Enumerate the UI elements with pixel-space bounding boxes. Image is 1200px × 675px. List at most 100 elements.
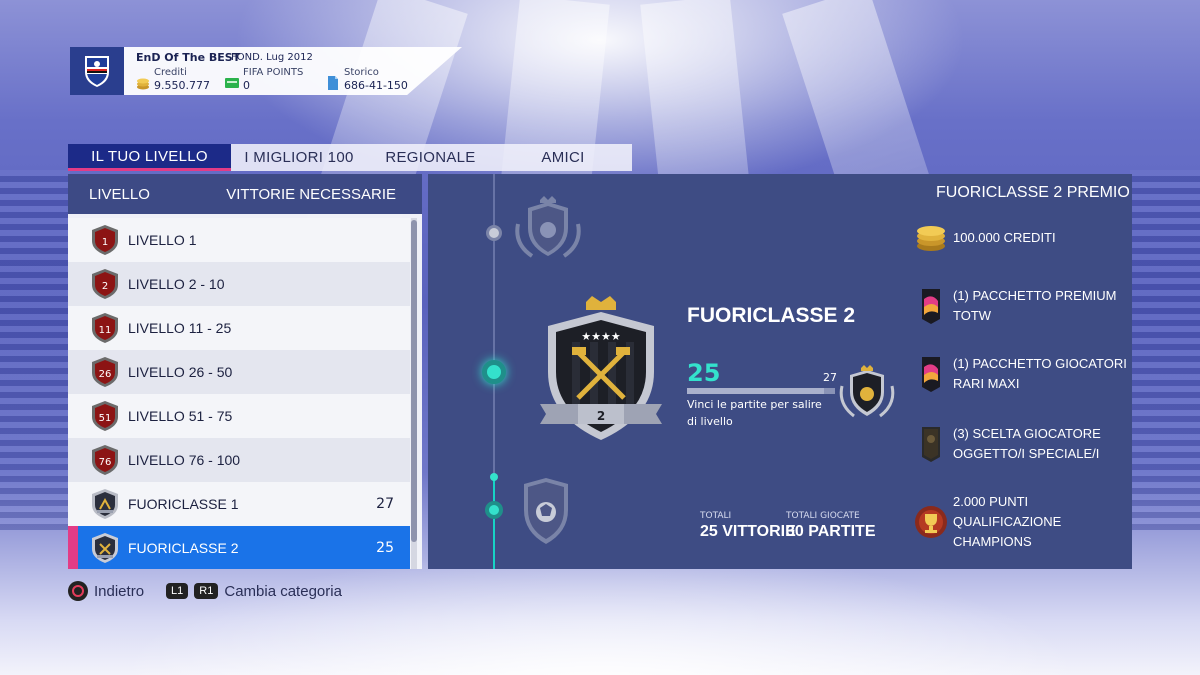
level-row-selected[interactable]: FUORICLASSE 2 25 bbox=[68, 526, 410, 569]
level-name: FUORICLASSE 2 bbox=[128, 540, 239, 556]
level-row[interactable]: 2 LIVELLO 2 - 10 bbox=[68, 262, 410, 306]
reward-label: (3) SCELTA GIOCATORE OGGETTO/I SPECIALE/… bbox=[953, 426, 1101, 461]
club-name: EnD Of The BEST bbox=[136, 51, 241, 64]
svg-text:2: 2 bbox=[597, 409, 605, 423]
total-wins-label: TOTALI bbox=[700, 511, 732, 521]
level-row[interactable]: 11 LIVELLO 11 - 25 bbox=[68, 306, 410, 350]
level-name: LIVELLO 76 - 100 bbox=[128, 452, 241, 468]
level-column-header: LIVELLO bbox=[89, 185, 150, 203]
level-detail-panel: ★★★★ 2 FUORICLASSE 2 25 27 Vinci le part… bbox=[428, 174, 1132, 569]
total-wins-value: 25 VITTORIE bbox=[700, 523, 796, 540]
reward-item: (1) PACCHETTO PREMIUM TOTW bbox=[914, 286, 1129, 326]
fifa-points-label: FIFA POINTS bbox=[243, 67, 304, 78]
reward-label: 2.000 PUNTI QUALIFICAZIONE CHAMPIONS bbox=[953, 494, 1062, 549]
next-level-shield-icon bbox=[839, 365, 895, 418]
prize-title: FUORICLASSE 2 PREMIO bbox=[936, 184, 1130, 201]
elite-shield-icon bbox=[88, 487, 122, 521]
credits-stat: Crediti 9.550.777 bbox=[136, 67, 210, 92]
reward-item: (1) PACCHETTO GIOCATORI RARI MAXI bbox=[914, 354, 1129, 394]
club-founded: FOND. Lug 2012 bbox=[231, 52, 313, 63]
timeline-node bbox=[485, 501, 503, 519]
level-badge-icon: 11 bbox=[88, 311, 122, 345]
wins-column-header: VITTORIE NECESSARIE bbox=[226, 185, 396, 203]
selection-marker bbox=[68, 526, 78, 569]
level-row[interactable]: 26 LIVELLO 26 - 50 bbox=[68, 350, 410, 394]
progress-hint: Vinci le partite per salire di livello bbox=[687, 398, 822, 428]
fifa-points-stat: FIFA POINTS 0 bbox=[225, 67, 303, 92]
tab-il-tuo-livello[interactable]: IL TUO LIVELLO bbox=[68, 144, 231, 171]
level-name: LIVELLO 26 - 50 bbox=[128, 364, 233, 380]
stadium-crowd bbox=[1130, 170, 1200, 530]
svg-text:76: 76 bbox=[99, 457, 112, 468]
level-wins: 25 bbox=[376, 540, 394, 556]
svg-text:11: 11 bbox=[99, 325, 112, 336]
club-crest-icon bbox=[70, 47, 124, 95]
level-badge-icon: 1 bbox=[88, 223, 122, 257]
svg-text:51: 51 bbox=[99, 413, 112, 424]
level-name: LIVELLO 11 - 25 bbox=[128, 320, 232, 336]
level-title: FUORICLASSE 2 bbox=[687, 304, 856, 327]
locked-level-shield-icon bbox=[524, 478, 568, 544]
timeline-node bbox=[490, 473, 498, 481]
level-badge-icon: 26 bbox=[88, 355, 122, 389]
total-played: TOTALI GIOCATE 30 PARTITE bbox=[786, 511, 876, 541]
total-played-label: TOTALI GIOCATE bbox=[786, 511, 860, 521]
svg-text:2: 2 bbox=[102, 281, 108, 292]
level-row[interactable]: 76 LIVELLO 76 - 100 bbox=[68, 438, 410, 482]
champions-points-icon bbox=[914, 502, 948, 542]
level-list-header: LIVELLO VITTORIE NECESSARIE bbox=[68, 174, 422, 214]
level-name: FUORICLASSE 1 bbox=[128, 496, 239, 512]
level-name: LIVELLO 1 bbox=[128, 232, 197, 248]
fifa-points-icon bbox=[225, 78, 239, 88]
r1-button[interactable]: R1 bbox=[194, 583, 219, 599]
history-stat: Storico 686-41-150 bbox=[326, 67, 408, 92]
reward-item: 100.000 CREDITI bbox=[914, 218, 1129, 258]
previous-level-shield-icon bbox=[515, 196, 581, 258]
svg-text:26: 26 bbox=[99, 369, 112, 380]
document-icon bbox=[328, 76, 338, 90]
fifa-points-value: 0 bbox=[243, 79, 250, 92]
level-wins: 27 bbox=[376, 496, 394, 512]
scrollbar-thumb[interactable] bbox=[411, 220, 417, 542]
tab-regionale[interactable]: REGIONALE bbox=[367, 144, 494, 171]
footer-controls: Indietro L1 R1 Cambia categoria bbox=[68, 581, 342, 601]
level-timeline-progress bbox=[493, 474, 495, 569]
credits-label: Crediti bbox=[154, 67, 187, 78]
player-pick-icon bbox=[914, 424, 948, 464]
back-label[interactable]: Indietro bbox=[94, 583, 144, 600]
level-name: LIVELLO 51 - 75 bbox=[128, 408, 233, 424]
coins-icon bbox=[137, 78, 149, 90]
reward-item: (3) SCELTA GIOCATORE OGGETTO/I SPECIALE/… bbox=[914, 424, 1129, 464]
reward-label: (1) PACCHETTO PREMIUM TOTW bbox=[953, 288, 1117, 323]
stadium-crowd bbox=[0, 170, 70, 530]
level-row[interactable]: 1 LIVELLO 1 bbox=[68, 218, 410, 262]
reward-label: (1) PACCHETTO GIOCATORI RARI MAXI bbox=[953, 356, 1127, 391]
level-list: LIVELLO VITTORIE NECESSARIE 1 LIVELLO 1 … bbox=[68, 174, 422, 569]
required-wins: 27 bbox=[823, 371, 837, 384]
coins-icon bbox=[914, 218, 948, 258]
total-wins: TOTALI 25 VITTORIE bbox=[700, 511, 796, 541]
history-label: Storico bbox=[344, 67, 379, 78]
level-row[interactable]: 51 LIVELLO 51 - 75 bbox=[68, 394, 410, 438]
level-row[interactable]: FUORICLASSE 1 27 bbox=[68, 482, 410, 526]
tab-amici[interactable]: AMICI bbox=[494, 144, 632, 171]
rare-pack-icon bbox=[914, 354, 948, 394]
level-badge-icon: 76 bbox=[88, 443, 122, 477]
wins-progress-bar bbox=[687, 388, 835, 394]
reward-label: 100.000 CREDITI bbox=[953, 230, 1056, 245]
reward-item: 2.000 PUNTI QUALIFICAZIONE CHAMPIONS bbox=[914, 492, 1129, 552]
level-name: LIVELLO 2 - 10 bbox=[128, 276, 225, 292]
current-wins: 25 bbox=[687, 359, 721, 387]
premium-pack-icon bbox=[914, 286, 948, 326]
current-level-shield-icon: ★★★★ 2 bbox=[540, 296, 662, 440]
tab-migliori-100[interactable]: I MIGLIORI 100 bbox=[231, 144, 367, 171]
credits-value: 9.550.777 bbox=[154, 79, 210, 92]
change-category-label[interactable]: Cambia categoria bbox=[224, 583, 342, 600]
svg-text:★★★★: ★★★★ bbox=[581, 330, 621, 343]
total-played-value: 30 PARTITE bbox=[786, 523, 876, 540]
svg-text:1: 1 bbox=[102, 237, 108, 248]
category-tabs: IL TUO LIVELLO I MIGLIORI 100 REGIONALE … bbox=[68, 144, 632, 171]
level-badge-icon: 2 bbox=[88, 267, 122, 301]
circle-button-icon[interactable] bbox=[68, 581, 88, 601]
l1-button[interactable]: L1 bbox=[166, 583, 189, 599]
